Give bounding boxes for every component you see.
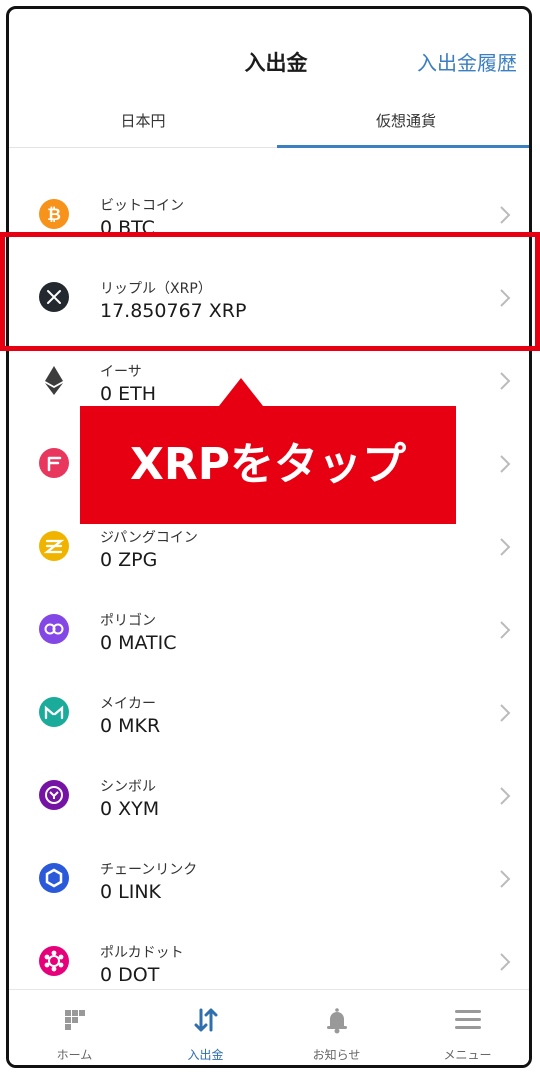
coin-amount: 0 LINK bbox=[100, 881, 161, 903]
ethereum-icon bbox=[39, 365, 69, 395]
coin-name: イーサ bbox=[100, 364, 142, 380]
transfer-icon bbox=[190, 1004, 222, 1036]
bitcoin-icon: ₿ bbox=[39, 199, 69, 229]
chevron-right-icon bbox=[499, 703, 511, 723]
coin-name: ビットコイン bbox=[100, 198, 184, 214]
tab-jpy[interactable]: 日本円 bbox=[9, 101, 277, 147]
coin-amount: 0 ETH bbox=[100, 383, 157, 405]
coin-name: ジパングコイン bbox=[100, 530, 198, 546]
tab-bar: 日本円 仮想通貨 bbox=[9, 101, 529, 148]
nav-notifications[interactable]: お知らせ bbox=[271, 990, 402, 1065]
menu-icon bbox=[452, 1004, 484, 1036]
chevron-right-icon bbox=[499, 952, 511, 972]
chevron-right-icon bbox=[499, 371, 511, 391]
coin-amount: 0 MATIC bbox=[100, 632, 177, 654]
nav-label: お知らせ bbox=[312, 1048, 361, 1062]
xrp-highlight-frame bbox=[0, 232, 540, 351]
zpg-icon bbox=[39, 531, 69, 561]
header: 入出金 入出金履歴 bbox=[9, 9, 529, 105]
symbol-icon bbox=[39, 780, 69, 810]
chevron-right-icon bbox=[499, 454, 511, 474]
nav-label: 入出金 bbox=[187, 1048, 224, 1062]
fcr-icon bbox=[39, 448, 69, 478]
chevron-right-icon bbox=[499, 620, 511, 640]
coin-name: チェーンリンク bbox=[100, 862, 198, 878]
coin-row-link[interactable]: チェーンリンク 0 LINK bbox=[9, 841, 529, 924]
coin-amount: 0 DOT bbox=[100, 964, 160, 986]
tab-crypto[interactable]: 仮想通貨 bbox=[277, 101, 529, 147]
nav-menu[interactable]: メニュー bbox=[402, 990, 529, 1065]
chevron-right-icon bbox=[499, 205, 511, 225]
home-icon bbox=[59, 1004, 91, 1036]
app-screen: 入出金 入出金履歴 日本円 仮想通貨 ₿ ビットコイン 0 BTC リップル（X… bbox=[6, 6, 532, 1068]
coin-name: シンボル bbox=[100, 779, 156, 795]
bottom-nav: ホーム 入出金 お知らせ メニュー bbox=[9, 989, 529, 1065]
nav-label: メニュー bbox=[443, 1048, 492, 1062]
coin-row-mkr[interactable]: メイカー 0 MKR bbox=[9, 675, 529, 758]
coin-name: メイカー bbox=[100, 696, 156, 712]
callout-pointer bbox=[219, 378, 263, 406]
nav-home[interactable]: ホーム bbox=[9, 990, 140, 1065]
coin-row-matic[interactable]: ポリゴン 0 MATIC bbox=[9, 592, 529, 675]
chevron-right-icon bbox=[499, 869, 511, 889]
maker-icon bbox=[39, 697, 69, 727]
bell-icon bbox=[321, 1004, 353, 1036]
coin-row-xym[interactable]: シンボル 0 XYM bbox=[9, 758, 529, 841]
nav-label: ホーム bbox=[56, 1048, 93, 1062]
svg-text:₿: ₿ bbox=[47, 205, 61, 225]
chainlink-icon bbox=[39, 863, 69, 893]
nav-transfer[interactable]: 入出金 bbox=[140, 990, 271, 1065]
chevron-right-icon bbox=[499, 537, 511, 557]
coin-name: ポルカドット bbox=[100, 945, 184, 961]
chevron-right-icon bbox=[499, 786, 511, 806]
coin-amount: 0 MKR bbox=[100, 715, 161, 737]
polygon-icon bbox=[39, 614, 69, 644]
coin-amount: 0 XYM bbox=[100, 798, 160, 820]
tap-xrp-callout: XRPをタップ bbox=[80, 406, 456, 524]
coin-amount: 0 ZPG bbox=[100, 549, 158, 571]
polkadot-icon bbox=[39, 946, 69, 976]
history-link[interactable]: 入出金履歴 bbox=[417, 47, 517, 76]
active-tab-indicator bbox=[277, 145, 529, 148]
coin-name: ポリゴン bbox=[100, 613, 156, 629]
